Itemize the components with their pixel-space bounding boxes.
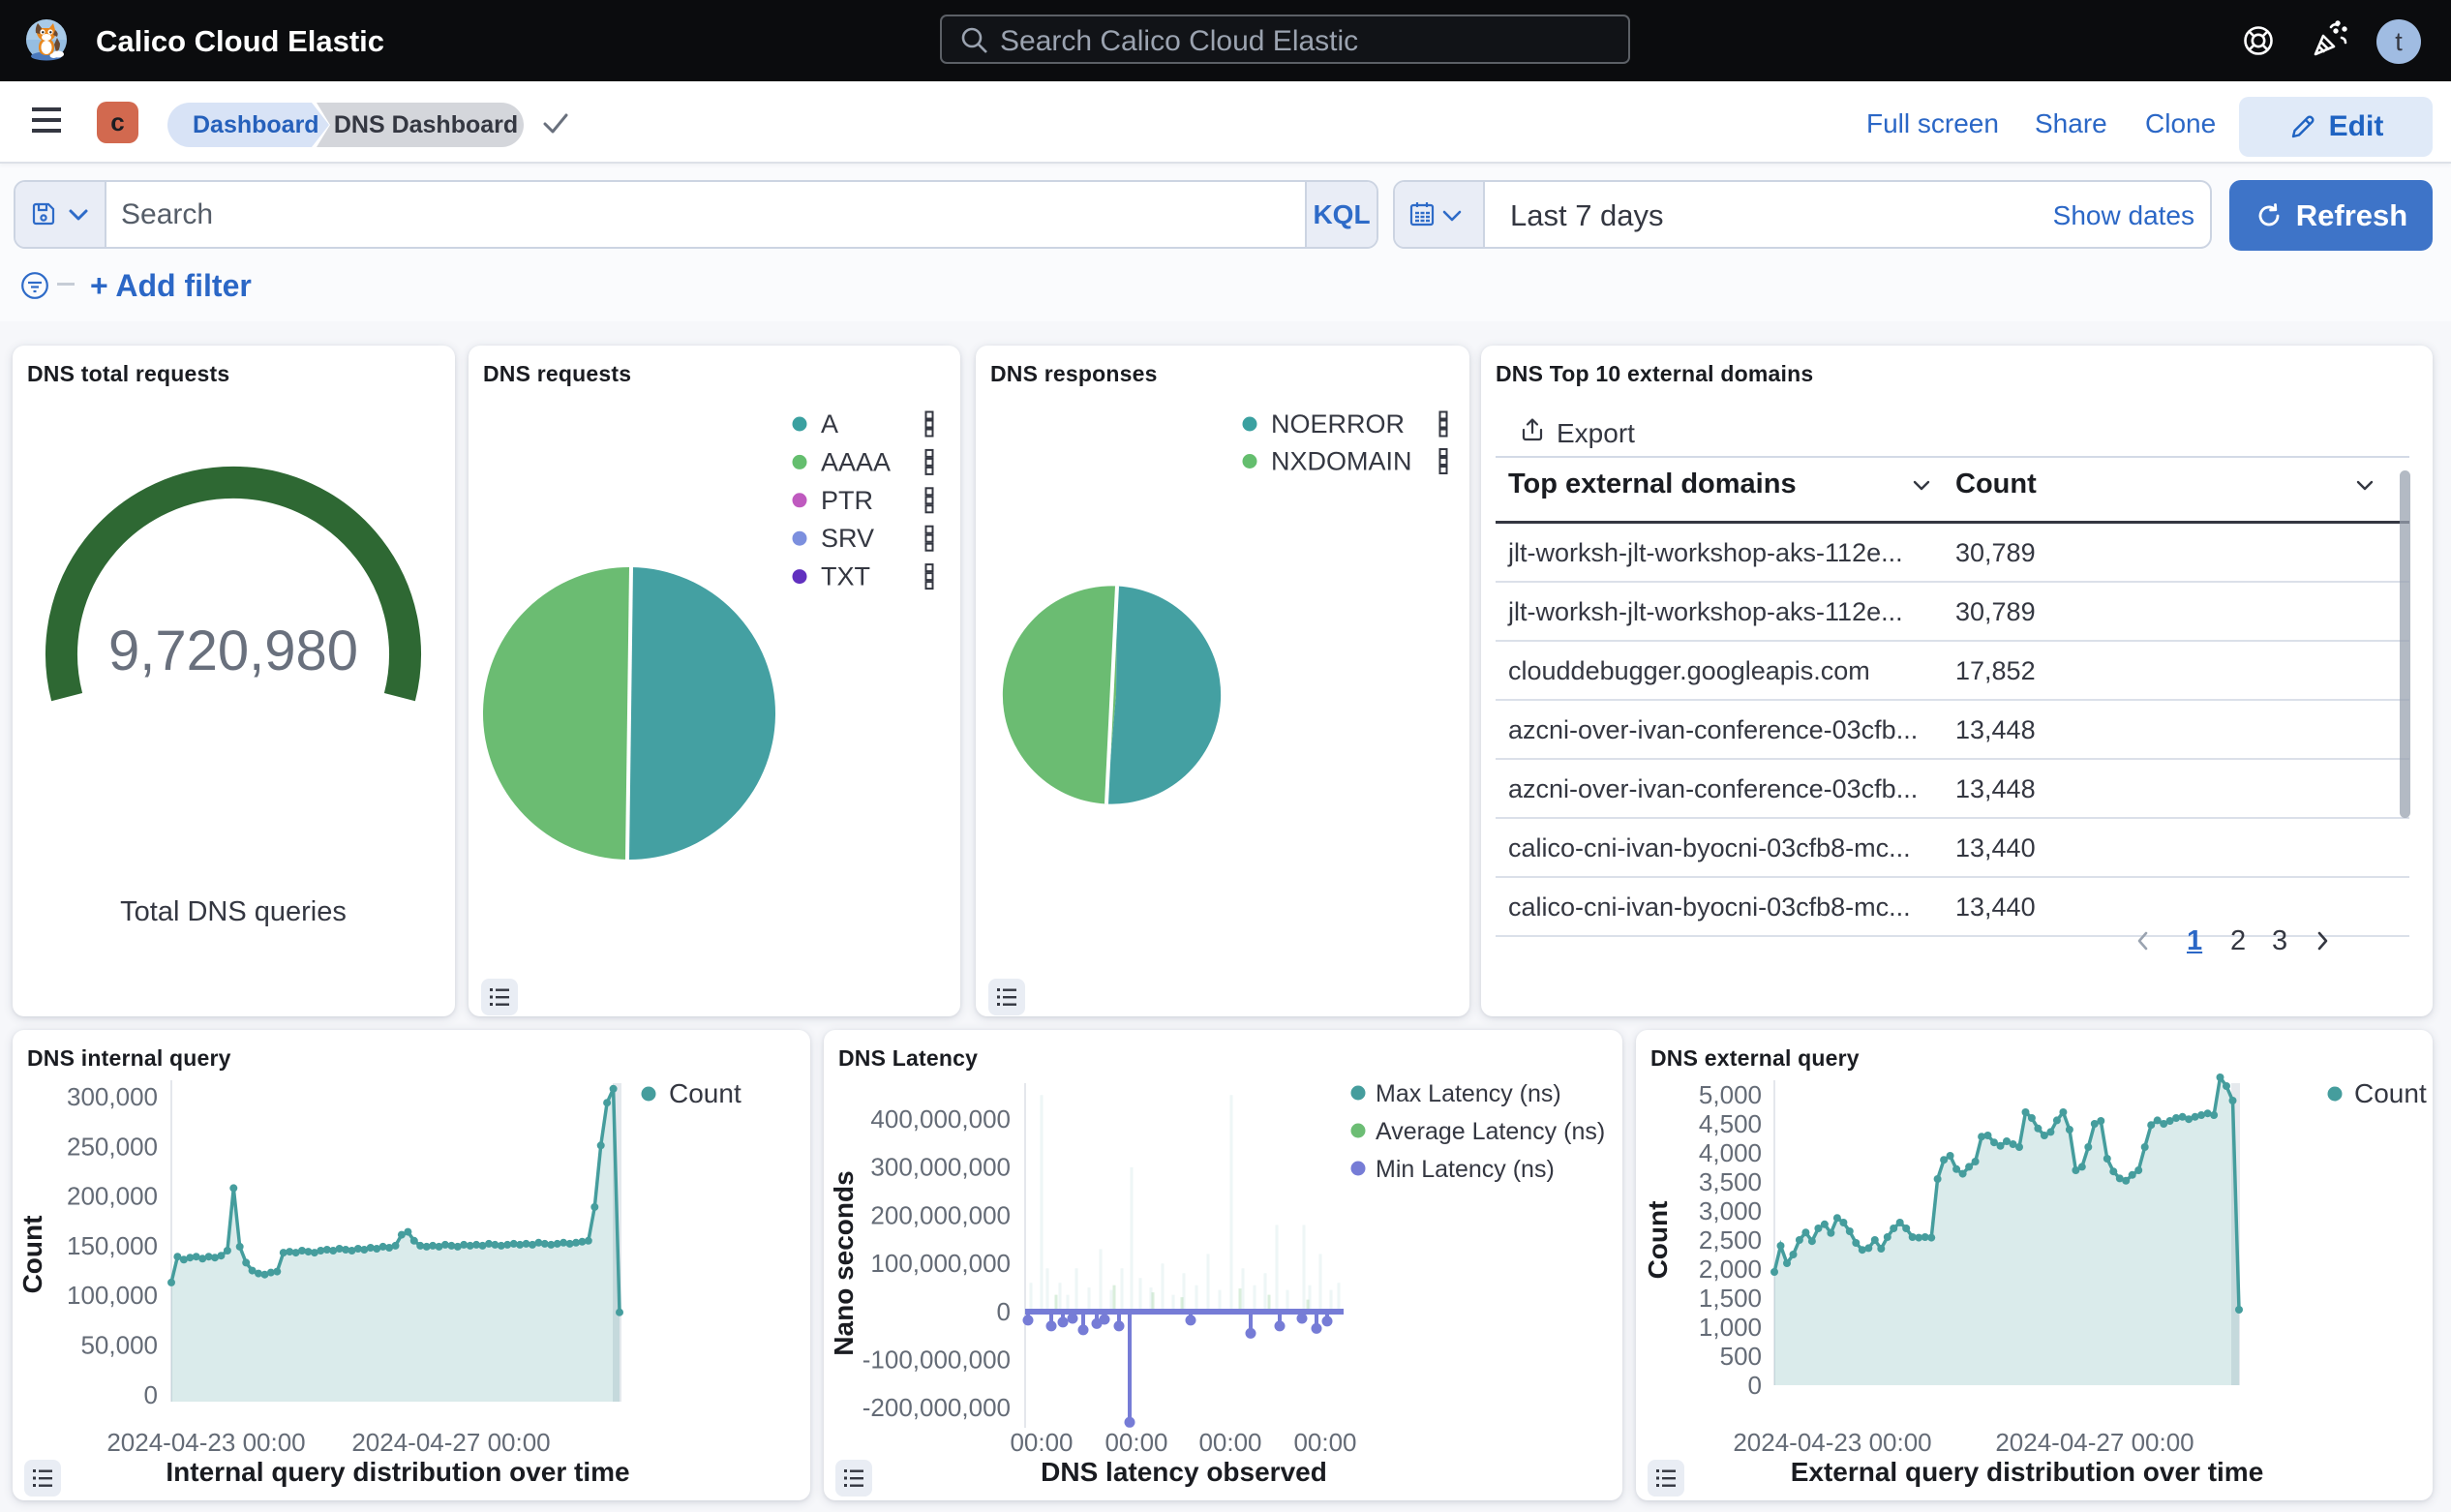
svg-text:Nano seconds: Nano seconds [829, 1170, 859, 1355]
svg-text:4,000: 4,000 [1699, 1138, 1762, 1167]
svg-text:50,000: 50,000 [80, 1331, 158, 1360]
svg-text:Count: Count [17, 1216, 47, 1294]
svg-text:DNS latency observed: DNS latency observed [1041, 1457, 1327, 1487]
svg-text:2024-04-27 00:00: 2024-04-27 00:00 [351, 1428, 550, 1457]
svg-text:150,000: 150,000 [67, 1231, 158, 1260]
svg-text:2,000: 2,000 [1699, 1255, 1762, 1284]
svg-text:Count: Count [1643, 1201, 1673, 1280]
svg-text:Count: Count [2354, 1078, 2427, 1108]
svg-text:2024-04-27 00:00: 2024-04-27 00:00 [1995, 1428, 2194, 1457]
svg-text:100,000,000: 100,000,000 [870, 1249, 1011, 1278]
svg-text:PTR: PTR [821, 486, 873, 515]
svg-text:NOERROR: NOERROR [1271, 409, 1405, 438]
svg-text:Internal query distribution ov: Internal query distribution over time [166, 1457, 629, 1487]
svg-text:00:00: 00:00 [1104, 1428, 1167, 1457]
svg-text:300,000,000: 300,000,000 [870, 1153, 1011, 1182]
svg-text:Count: Count [669, 1078, 741, 1108]
svg-text:0: 0 [144, 1380, 158, 1409]
svg-text:-100,000,000: -100,000,000 [862, 1346, 1011, 1375]
svg-text:250,000: 250,000 [67, 1132, 158, 1161]
svg-text:5,000: 5,000 [1699, 1080, 1762, 1109]
svg-text:External query distribution ov: External query distribution over time [1791, 1457, 2264, 1487]
svg-text:Total DNS queries: Total DNS queries [120, 896, 347, 927]
svg-text:9,720,980: 9,720,980 [108, 620, 358, 682]
svg-text:500: 500 [1720, 1342, 1762, 1371]
svg-text:3,500: 3,500 [1699, 1167, 1762, 1196]
svg-text:200,000,000: 200,000,000 [870, 1200, 1011, 1229]
svg-text:0: 0 [1748, 1371, 1762, 1400]
svg-text:100,000: 100,000 [67, 1281, 158, 1310]
svg-text:0: 0 [997, 1297, 1011, 1326]
svg-text:A: A [821, 409, 838, 438]
svg-text:-200,000,000: -200,000,000 [862, 1393, 1011, 1422]
svg-text:4,500: 4,500 [1699, 1109, 1762, 1138]
svg-text:200,000: 200,000 [67, 1182, 158, 1211]
svg-text:Average Latency (ns): Average Latency (ns) [1376, 1118, 1605, 1145]
svg-text:SRV: SRV [821, 524, 874, 553]
svg-text:2024-04-23 00:00: 2024-04-23 00:00 [106, 1428, 305, 1457]
svg-text:00:00: 00:00 [1198, 1428, 1261, 1457]
svg-text:00:00: 00:00 [1293, 1428, 1356, 1457]
svg-text:2024-04-23 00:00: 2024-04-23 00:00 [1733, 1428, 1931, 1457]
svg-text:TXT: TXT [821, 562, 870, 591]
svg-text:400,000,000: 400,000,000 [870, 1104, 1011, 1134]
svg-text:1,500: 1,500 [1699, 1284, 1762, 1313]
svg-text:AAAA: AAAA [821, 447, 891, 476]
svg-text:00:00: 00:00 [1010, 1428, 1073, 1457]
svg-text:300,000: 300,000 [67, 1082, 158, 1111]
svg-text:Min Latency (ns): Min Latency (ns) [1376, 1156, 1555, 1183]
svg-text:NXDOMAIN: NXDOMAIN [1271, 447, 1412, 476]
svg-text:Max Latency (ns): Max Latency (ns) [1376, 1080, 1561, 1107]
svg-text:1,000: 1,000 [1699, 1313, 1762, 1342]
svg-text:2,500: 2,500 [1699, 1225, 1762, 1255]
svg-text:3,000: 3,000 [1699, 1196, 1762, 1225]
